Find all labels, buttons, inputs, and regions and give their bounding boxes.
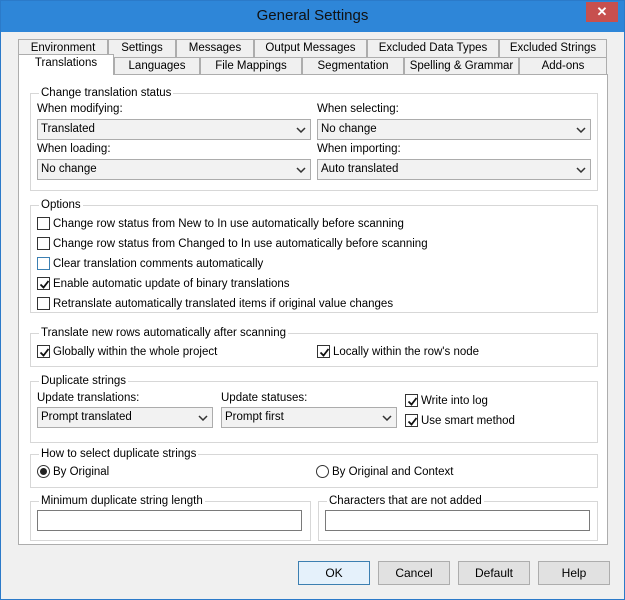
update-statuses-value: Prompt first <box>225 411 284 423</box>
write-log-label: Write into log <box>421 395 488 407</box>
write-log-checkbox[interactable] <box>405 394 418 407</box>
update-translations-value: Prompt translated <box>41 411 132 423</box>
locally-checkbox[interactable] <box>317 345 330 358</box>
update-statuses-label: Update statuses: <box>221 392 308 404</box>
close-icon[interactable]: ✕ <box>586 2 618 22</box>
title-bar[interactable]: General Settings ✕ <box>1 1 624 32</box>
when-importing-value: Auto translated <box>321 163 399 175</box>
group-title: Duplicate strings <box>39 375 129 388</box>
tab-spelling-grammar[interactable]: Spelling & Grammar <box>404 57 519 75</box>
option-label-1: Change row status from New to In use aut… <box>53 218 404 230</box>
chevron-down-icon <box>382 408 392 427</box>
chevron-down-icon <box>576 160 586 179</box>
when-importing-label: When importing: <box>317 143 401 155</box>
when-selecting-value: No change <box>321 123 377 135</box>
globally-label: Globally within the whole project <box>53 346 218 358</box>
help-button[interactable]: Help <box>538 561 610 585</box>
tab-add-ons[interactable]: Add-ons <box>519 57 607 75</box>
tab-messages[interactable]: Messages <box>176 39 254 57</box>
option-checkbox-3[interactable] <box>37 257 50 270</box>
smart-method-label: Use smart method <box>421 415 515 427</box>
settings-dialog: General Settings ✕ Environment Settings … <box>0 0 625 600</box>
chevron-down-icon <box>198 408 208 427</box>
when-modifying-value: Translated <box>41 123 95 135</box>
option-label-3: Clear translation comments automatically <box>53 258 264 270</box>
select-duplicates-group: How to select duplicate strings <box>30 448 598 488</box>
cancel-button[interactable]: Cancel <box>378 561 450 585</box>
group-title: Minimum duplicate string length <box>39 495 205 508</box>
tab-output-messages[interactable]: Output Messages <box>254 39 367 57</box>
chevron-down-icon <box>296 160 306 179</box>
option-checkbox-4[interactable] <box>37 277 50 290</box>
when-importing-dropdown[interactable]: Auto translated <box>317 159 591 180</box>
update-statuses-dropdown[interactable]: Prompt first <box>221 407 397 428</box>
update-translations-label: Update translations: <box>37 392 140 404</box>
tab-excluded-data-types[interactable]: Excluded Data Types <box>367 39 499 57</box>
ok-button[interactable]: OK <box>298 561 370 585</box>
smart-method-checkbox[interactable] <box>405 414 418 427</box>
when-loading-value: No change <box>41 163 97 175</box>
tab-excluded-strings[interactable]: Excluded Strings <box>499 39 607 57</box>
by-original-label: By Original <box>53 466 110 478</box>
min-length-input[interactable] <box>37 510 302 531</box>
by-original-context-label: By Original and Context <box>332 466 454 478</box>
translations-panel: Change translation status When modifying… <box>18 74 608 545</box>
when-modifying-label: When modifying: <box>37 103 123 115</box>
group-title: How to select duplicate strings <box>39 448 199 461</box>
group-title: Characters that are not added <box>327 495 484 508</box>
by-original-radio[interactable] <box>37 465 50 478</box>
option-checkbox-2[interactable] <box>37 237 50 250</box>
option-label-2: Change row status from Changed to In use… <box>53 238 428 250</box>
when-selecting-dropdown[interactable]: No change <box>317 119 591 140</box>
checkmark-icon <box>39 280 50 289</box>
not-added-input[interactable] <box>325 510 590 531</box>
tab-settings[interactable]: Settings <box>108 39 176 57</box>
chevron-down-icon <box>576 120 586 139</box>
tab-languages[interactable]: Languages <box>114 57 200 75</box>
checkmark-icon <box>407 417 418 426</box>
window-title: General Settings <box>256 7 369 24</box>
when-modifying-dropdown[interactable]: Translated <box>37 119 311 140</box>
option-label-5: Retranslate automatically translated ite… <box>53 298 394 310</box>
by-original-context-radio[interactable] <box>316 465 329 478</box>
globally-checkbox[interactable] <box>37 345 50 358</box>
option-checkbox-1[interactable] <box>37 217 50 230</box>
when-loading-dropdown[interactable]: No change <box>37 159 311 180</box>
checkmark-icon <box>39 348 50 357</box>
radio-selected-dot <box>40 468 47 475</box>
option-checkbox-5[interactable] <box>37 297 50 310</box>
chevron-down-icon <box>296 120 306 139</box>
update-translations-dropdown[interactable]: Prompt translated <box>37 407 213 428</box>
checkmark-icon <box>319 348 330 357</box>
group-title: Options <box>39 199 83 212</box>
option-label-4: Enable automatic update of binary transl… <box>53 278 290 290</box>
when-loading-label: When loading: <box>37 143 111 155</box>
tab-file-mappings[interactable]: File Mappings <box>200 57 302 75</box>
group-title: Change translation status <box>39 87 174 100</box>
tab-translations[interactable]: Translations <box>18 54 114 75</box>
tab-segmentation[interactable]: Segmentation <box>302 57 404 75</box>
when-selecting-label: When selecting: <box>317 103 399 115</box>
group-title: Translate new rows automatically after s… <box>39 327 289 340</box>
locally-label: Locally within the row's node <box>333 346 480 358</box>
default-button[interactable]: Default <box>458 561 530 585</box>
checkmark-icon <box>407 397 418 406</box>
